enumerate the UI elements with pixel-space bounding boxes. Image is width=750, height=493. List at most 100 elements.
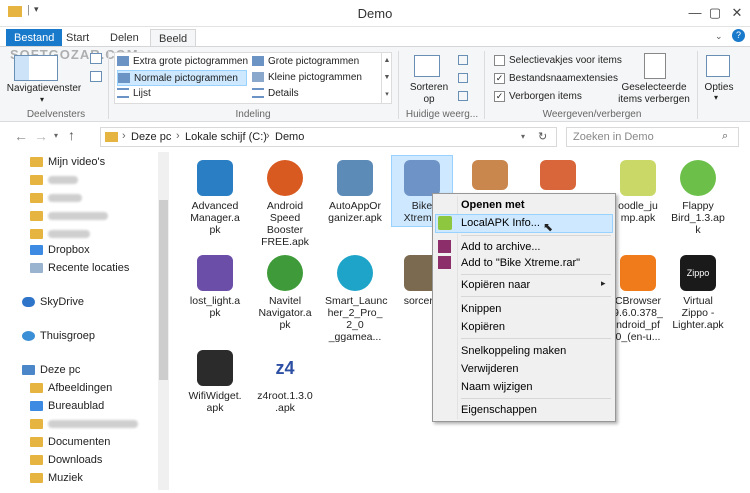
menu-item-properties[interactable]: Eigenschappen [461,401,537,419]
nav-item-this-pc[interactable]: Deze pc [22,361,80,379]
search-input[interactable]: Zoeken in Demo [573,131,654,143]
options-button[interactable]: Opties [700,82,738,93]
file-name: Virtual [683,295,713,307]
checkbox-hidden-items[interactable]: ✓ Verborgen items [494,89,582,105]
file-name: Lighter.apk [672,319,724,331]
tab-start[interactable]: Start [58,29,97,47]
game-icon[interactable] [472,160,508,190]
layout-small[interactable]: Kleine pictogrammen [252,70,362,86]
checkbox-item-checkboxes[interactable]: Selectievakjes voor items [494,53,622,69]
nav-item-desktop[interactable]: Bureaublad [30,397,104,415]
breadcrumb-lokale-schijf[interactable]: Lokale schijf (C:) [185,131,267,143]
hide-selected-icon[interactable] [644,53,666,79]
nav-item-blurred[interactable] [30,207,108,225]
file-name: z4root.1.3.0 [257,390,313,402]
tab-beeld[interactable]: Beeld [150,29,197,47]
ribbon-expand-icon[interactable]: ⌄ [715,31,723,42]
tab-bestand[interactable]: Bestand [6,29,63,47]
layout-normal[interactable]: Normale pictogrammen [117,70,247,86]
address-field[interactable]: › Deze pc › Lokale schijf (C:) › Demo ▾ … [100,127,557,147]
chevron-down-icon: ▾ [40,95,45,104]
navigation-pane-button[interactable]: Navigatievenster [2,83,86,94]
menu-item-create-shortcut[interactable]: Snelkoppeling maken [461,342,566,360]
checkbox[interactable]: ✓ [494,90,505,102]
nav-item-recent[interactable]: Recente locaties [30,259,129,277]
file-zippo-lighter[interactable]: Zippo Virtual Zippo - Lighter.apk [668,255,728,331]
up-arrow-icon[interactable]: ↑ [68,127,75,143]
nav-item-documents[interactable]: Documenten [30,433,110,451]
file-ucbrowser[interactable]: CBrowser 9.6.0.378_ ndroid_pf 0_(en-u... [608,255,668,343]
options-icon[interactable] [706,55,730,77]
file-wifiwidget[interactable]: WifiWidget. apk [185,350,245,414]
nav-item-pictures[interactable]: Afbeeldingen [30,379,112,397]
nav-item-downloads[interactable]: Downloads [30,451,102,469]
file-smart-launcher[interactable]: Smart_Launc her_2_Pro_ 2_0 _ggamea... [325,255,387,343]
sort-button-line2[interactable]: op [404,94,454,105]
close-button[interactable]: ✕ [726,4,748,22]
hide-selected-button-line2[interactable]: items verbergen [614,94,694,105]
game-icon[interactable] [540,160,576,190]
breadcrumb-deze-pc[interactable]: Deze pc [131,131,171,143]
forward-arrow-icon[interactable]: → [34,128,48,144]
nav-item-music[interactable]: Muziek [30,469,83,487]
menu-item-copy[interactable]: Kopiëren [461,318,505,336]
layout-extra-large[interactable]: Extra grote pictogrammen [117,54,248,70]
file-lost-light[interactable]: lost_light.a pk [185,255,245,319]
search-field[interactable]: Zoeken in Demo ⌕ [566,127,739,147]
details-pane-icon[interactable] [90,71,102,82]
sort-button[interactable]: Sorteren [404,82,454,93]
nav-item-blurred[interactable] [30,189,82,207]
gallery-scroll[interactable]: ▲ ▼ ▾ [381,52,392,104]
folder-icon [30,383,43,394]
add-columns-icon[interactable] [458,73,468,83]
back-arrow-icon[interactable]: ← [14,128,28,144]
menu-item-add-to-rar[interactable]: Add to "Bike Xtreme.rar" [461,254,580,272]
help-icon[interactable]: ? [732,29,745,42]
address-dropdown-icon[interactable]: ▾ [521,132,525,141]
breadcrumb-demo[interactable]: Demo [275,131,304,143]
size-columns-icon[interactable] [458,91,468,101]
file-name: Manager.a [190,212,240,224]
layout-list[interactable]: Lijst [117,86,151,102]
menu-item-delete[interactable]: Verwijderen [461,360,518,378]
nav-item-blurred[interactable] [30,415,138,433]
layout-details[interactable]: Details [252,86,299,102]
menu-separator [461,296,611,297]
checkbox[interactable]: ✓ [494,72,505,84]
navigation-pane-icon[interactable] [14,55,58,81]
maximize-button[interactable]: ▢ [704,4,726,22]
folder-icon [30,229,43,240]
nav-item-skydrive[interactable]: SkyDrive [22,293,84,311]
menu-item-copy-to[interactable]: Kopiëren naar [461,276,530,294]
sort-icon[interactable] [414,55,440,77]
checkbox-file-extensions[interactable]: ✓ Bestandsnaamextensies [494,71,618,87]
group-by-icon[interactable] [458,55,468,65]
tab-delen[interactable]: Delen [102,29,147,47]
file-navitel-navigator[interactable]: Navitel Navigator.a pk [255,255,315,331]
nav-item-videos[interactable]: Mijn video's [30,153,105,171]
nav-item-blurred[interactable] [30,171,78,189]
bike-icon [404,160,440,196]
recent-locations-icon[interactable]: ▾ [54,131,58,140]
file-flappy-bird[interactable]: Flappy Bird_1.3.ap k [668,160,728,236]
file-autoapporganizer[interactable]: AutoAppOr ganizer.apk [325,160,385,224]
scrollbar-thumb[interactable] [159,200,168,380]
menu-item-open-with[interactable]: Openen met [461,196,525,214]
file-android-speed-booster[interactable]: Android Speed Booster FREE.apk [255,160,315,248]
file-doodle-jump[interactable]: oodle_ju mp.apk [608,160,668,224]
title-bar: | ▾ Demo — ▢ ✕ [0,0,750,27]
hide-selected-button[interactable]: Geselecteerde [614,82,694,93]
menu-item-localapk-info[interactable]: LocalAPK Info... [461,214,540,232]
file-advanced-manager[interactable]: Advanced Manager.a pk [185,160,245,236]
search-icon[interactable]: ⌕ [722,130,728,143]
nav-item-homegroup[interactable]: Thuisgroep [22,327,95,345]
file-z4root[interactable]: z4 z4root.1.3.0 .apk [255,350,315,414]
minimize-button[interactable]: — [684,4,706,22]
checkbox[interactable] [494,54,505,66]
preview-pane-icon[interactable] [90,53,102,64]
menu-item-cut[interactable]: Knippen [461,300,501,318]
layout-large[interactable]: Grote pictogrammen [252,54,359,70]
menu-item-rename[interactable]: Naam wijzigen [461,378,533,396]
nav-item-dropbox[interactable]: Dropbox [30,241,90,259]
refresh-icon[interactable]: ↻ [538,130,547,143]
